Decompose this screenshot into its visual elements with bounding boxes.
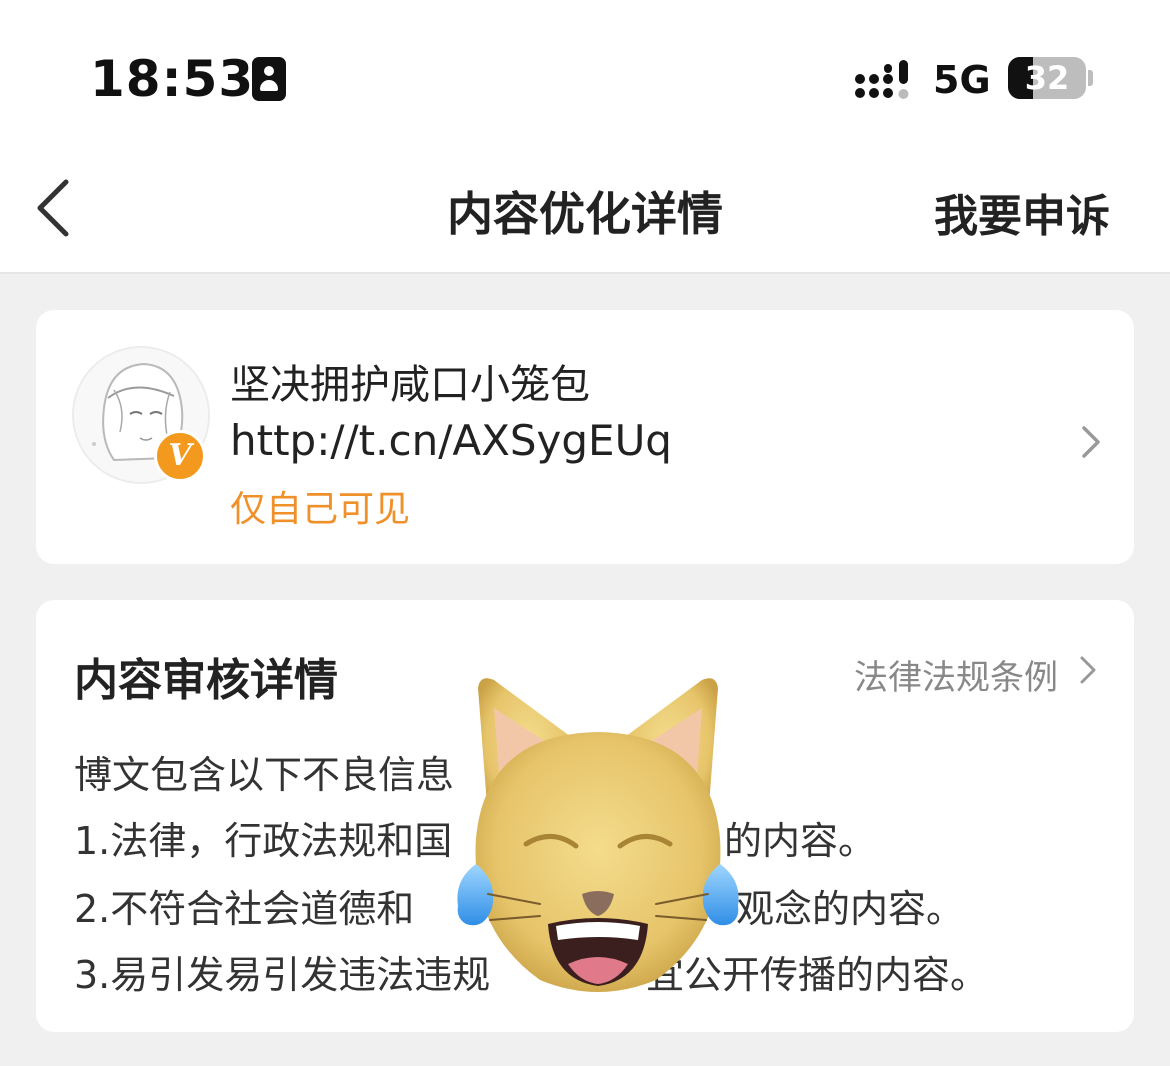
post-card[interactable]: V 坚决拥护咸口小笼包 http://t.cn/AXSygEUq 仅自己可见 <box>36 310 1134 564</box>
post-text: 坚决拥护咸口小笼包 <box>230 362 590 408</box>
portrait-lock-icon <box>252 57 286 101</box>
battery-level: 32 <box>1024 59 1070 97</box>
battery-cap <box>1088 70 1093 86</box>
laughing-cat-emoji <box>457 678 739 992</box>
status-time: 18:53 <box>90 50 255 108</box>
signal-icon <box>855 60 909 99</box>
header-divider <box>0 272 1170 274</box>
verified-badge: V <box>154 430 206 482</box>
chevron-right-icon[interactable] <box>1076 422 1104 462</box>
visibility-label: 仅自己可见 <box>230 489 411 530</box>
post-link[interactable]: http://t.cn/AXSygEUq <box>230 416 672 465</box>
appeal-button[interactable]: 我要申诉 <box>934 180 1110 244</box>
chevron-right-icon[interactable] <box>1076 652 1100 688</box>
review-item-1: 1.法律，行政法规和国 <box>74 819 453 863</box>
network-type: 5G <box>933 58 991 102</box>
battery-icon: 32 <box>1008 57 1086 99</box>
review-title: 内容审核详情 <box>74 655 338 706</box>
law-link[interactable]: 法律法规条例 <box>854 650 1058 699</box>
review-item-3: 3.易引发易引发违法违规 <box>74 953 491 997</box>
review-item-2-end: 观念的内容。 <box>736 887 965 931</box>
review-item-2: 2.不符合社会道德和 <box>74 887 415 931</box>
review-intro: 博文包含以下不良信息 <box>74 753 455 797</box>
